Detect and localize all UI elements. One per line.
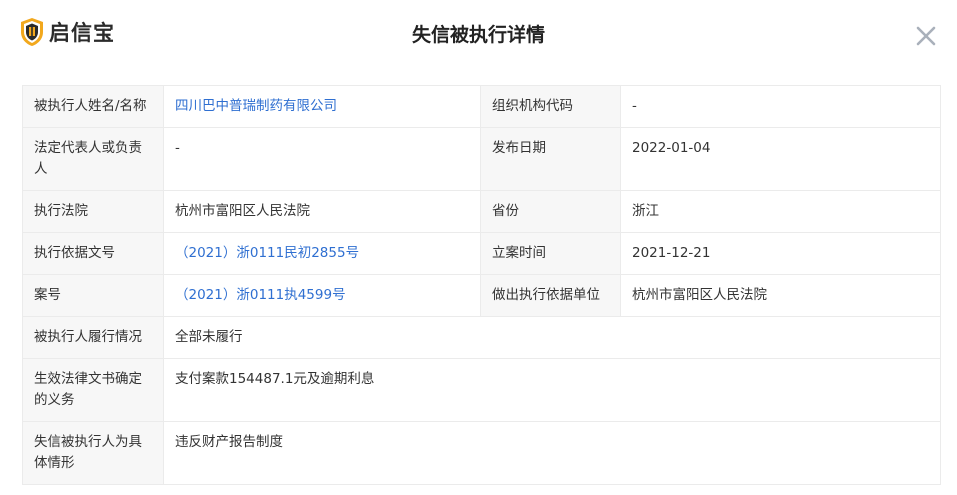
filing-date-label: 立案时间 <box>480 232 621 275</box>
publish-date-value: 2022-01-04 <box>620 127 941 191</box>
table-row: 生效法律文书确定的义务 支付案款154487.1元及逾期利息 <box>22 358 941 422</box>
basis-doc-link[interactable]: （2021）浙0111民初2855号 <box>175 245 359 261</box>
situation-value: 违反财产报告制度 <box>163 421 941 485</box>
court-value: 杭州市富阳区人民法院 <box>163 190 481 233</box>
performance-value: 全部未履行 <box>163 316 941 359</box>
filing-date-value: 2021-12-21 <box>620 232 941 275</box>
org-code-label: 组织机构代码 <box>480 85 621 128</box>
close-icon[interactable] <box>914 24 938 48</box>
org-code-value: - <box>620 85 941 128</box>
basis-unit-label: 做出执行依据单位 <box>480 274 621 317</box>
debtor-name-cell: 四川巴中普瑞制药有限公司 <box>163 85 481 128</box>
table-row: 被执行人姓名/名称 四川巴中普瑞制药有限公司 组织机构代码 - <box>22 85 941 128</box>
situation-label: 失信被执行人为具体情形 <box>22 421 164 485</box>
table-row: 案号 （2021）浙0111执4599号 做出执行依据单位 杭州市富阳区人民法院 <box>22 274 941 317</box>
performance-label: 被执行人履行情况 <box>22 316 164 359</box>
basis-unit-value: 杭州市富阳区人民法院 <box>620 274 941 317</box>
debtor-name-link[interactable]: 四川巴中普瑞制药有限公司 <box>175 98 337 114</box>
modal-header: 启信宝 失信被执行详情 <box>0 0 957 66</box>
case-no-link[interactable]: （2021）浙0111执4599号 <box>175 287 346 303</box>
detail-table-container: 被执行人姓名/名称 四川巴中普瑞制药有限公司 组织机构代码 - 法定代表人或负责… <box>22 85 941 485</box>
obligation-value: 支付案款154487.1元及逾期利息 <box>163 358 941 422</box>
case-no-label: 案号 <box>22 274 164 317</box>
basis-doc-label: 执行依据文号 <box>22 232 164 275</box>
legal-rep-label: 法定代表人或负责人 <box>22 127 164 191</box>
obligation-label: 生效法律文书确定的义务 <box>22 358 164 422</box>
table-row: 被执行人履行情况 全部未履行 <box>22 316 941 359</box>
province-value: 浙江 <box>620 190 941 233</box>
court-label: 执行法院 <box>22 190 164 233</box>
province-label: 省份 <box>480 190 621 233</box>
table-row: 执行依据文号 （2021）浙0111民初2855号 立案时间 2021-12-2… <box>22 232 941 275</box>
page-title: 失信被执行详情 <box>411 24 545 46</box>
debtor-name-label: 被执行人姓名/名称 <box>22 85 164 128</box>
legal-rep-value: - <box>163 127 481 191</box>
detail-table: 被执行人姓名/名称 四川巴中普瑞制药有限公司 组织机构代码 - 法定代表人或负责… <box>22 85 941 485</box>
table-row: 失信被执行人为具体情形 违反财产报告制度 <box>22 421 941 485</box>
publish-date-label: 发布日期 <box>480 127 621 191</box>
table-row: 执行法院 杭州市富阳区人民法院 省份 浙江 <box>22 190 941 233</box>
case-no-cell: （2021）浙0111执4599号 <box>163 274 481 317</box>
table-row: 法定代表人或负责人 - 发布日期 2022-01-04 <box>22 127 941 191</box>
basis-doc-cell: （2021）浙0111民初2855号 <box>163 232 481 275</box>
